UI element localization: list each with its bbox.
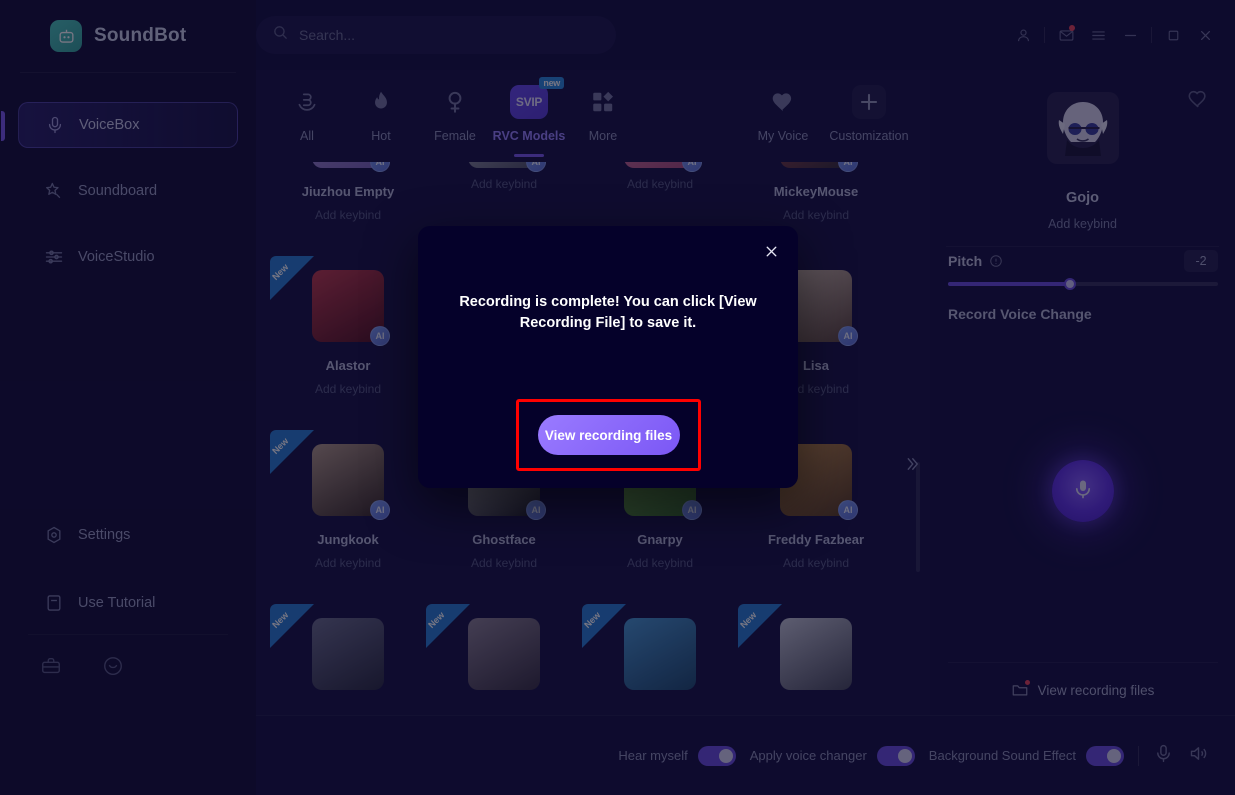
close-icon[interactable] xyxy=(760,240,782,262)
app-window: SoundBot VoiceBox xyxy=(0,0,1235,795)
dialog-message: Recording is complete! You can click [Vi… xyxy=(459,294,757,332)
recording-complete-dialog: Recording is complete! You can click [Vi… xyxy=(418,226,798,488)
view-recording-files-button[interactable]: View recording files xyxy=(537,415,680,455)
highlight-box: View recording files xyxy=(516,399,701,471)
